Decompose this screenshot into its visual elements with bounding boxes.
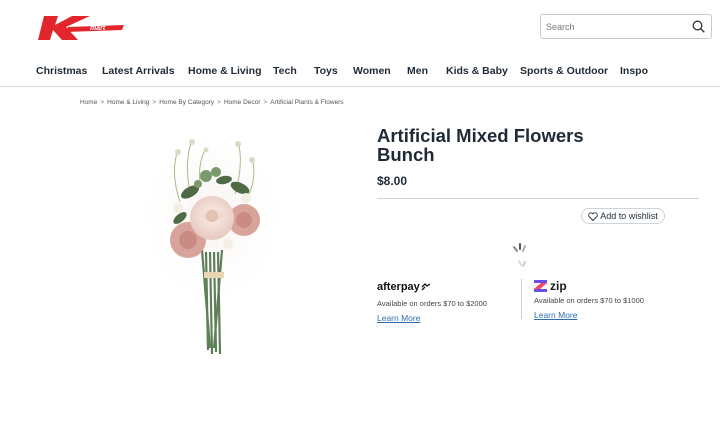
loading-spinner-icon — [509, 242, 531, 270]
breadcrumb-artificial-plants-flowers[interactable]: Artificial Plants & Flowers — [270, 99, 343, 106]
nav-item-home-living[interactable]: Home & Living — [188, 65, 262, 77]
breadcrumb-home-living[interactable]: Home & Living — [107, 99, 149, 106]
breadcrumb-separator: > — [263, 99, 268, 106]
add-to-wishlist-button[interactable]: Add to wishlist — [581, 208, 665, 224]
nav-item-toys[interactable]: Toys — [314, 65, 338, 77]
payment-divider — [521, 279, 522, 319]
zip-logo: zip — [534, 279, 567, 293]
kmart-logo[interactable]: mart — [38, 14, 124, 42]
main-nav: Christmas Latest Arrivals Home & Living … — [0, 62, 720, 84]
info-divider — [377, 198, 699, 199]
nav-item-christmas[interactable]: Christmas — [36, 65, 87, 77]
breadcrumb-separator: > — [152, 99, 157, 106]
afterpay-logo: afterpay — [377, 281, 431, 293]
wishlist-label: Add to wishlist — [600, 211, 658, 221]
search-input[interactable] — [541, 15, 689, 38]
zip-availability: Available on orders $70 to $1000 — [534, 296, 644, 305]
breadcrumb-home-by-category[interactable]: Home By Category — [159, 99, 214, 106]
breadcrumb-separator: > — [217, 99, 221, 106]
nav-item-tech[interactable]: Tech — [273, 65, 297, 77]
heart-icon — [588, 211, 598, 221]
nav-item-men[interactable]: Men — [407, 65, 428, 77]
breadcrumb-home[interactable]: Home — [80, 99, 97, 106]
search-bar — [540, 14, 712, 39]
nav-divider — [0, 86, 720, 87]
nav-item-kids-baby[interactable]: Kids & Baby — [446, 65, 508, 77]
breadcrumb: Home > Home & Living > Home By Category > Home… — [80, 99, 344, 106]
product-price: $8.00 — [377, 174, 408, 188]
zip-learn-more-link[interactable]: Learn More — [534, 310, 577, 320]
nav-item-sports-outdoor[interactable]: Sports & Outdoor — [520, 65, 608, 77]
breadcrumb-home-decor[interactable]: Home Decor — [224, 99, 260, 106]
afterpay-learn-more-link[interactable]: Learn More — [377, 313, 420, 323]
nav-item-women[interactable]: Women — [353, 65, 391, 77]
afterpay-availability: Available on orders $70 to $2000 — [377, 299, 487, 308]
zip-z-icon — [534, 280, 547, 292]
zip-wordmark: zip — [550, 279, 567, 293]
product-title: Artificial Mixed Flowers Bunch — [377, 125, 584, 165]
afterpay-arrows-icon — [421, 283, 431, 291]
logo-wordmark: mart — [90, 25, 106, 32]
afterpay-wordmark: afterpay — [377, 281, 420, 293]
breadcrumb-separator: > — [100, 99, 105, 106]
product-image[interactable] — [140, 132, 290, 362]
nav-item-latest-arrivals[interactable]: Latest Arrivals — [102, 65, 175, 77]
search-icon[interactable] — [689, 18, 707, 36]
nav-item-inspo[interactable]: Inspo — [620, 65, 648, 77]
